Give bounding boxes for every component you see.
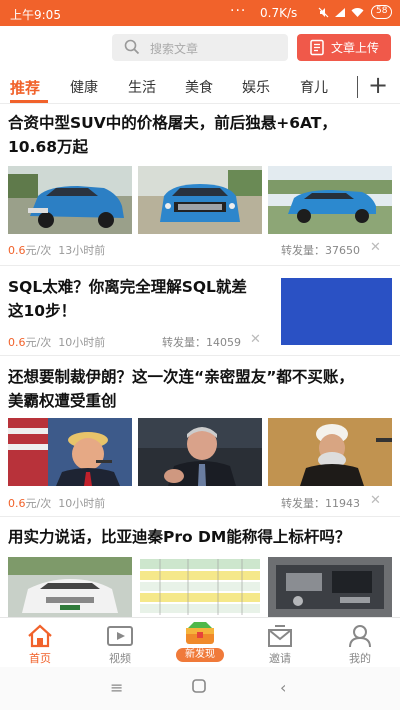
thumbnail-row — [8, 418, 392, 486]
signal-icon — [335, 7, 345, 17]
post-time: 13小时前 — [58, 244, 106, 257]
tab-life[interactable]: 生活 — [128, 77, 156, 97]
price-unit: 元/次 — [25, 336, 52, 349]
article-title-line: 还想要制裁伊朗？这一次连“亲密盟友”都不买账， — [8, 368, 354, 386]
share-value: 37650 — [325, 244, 360, 257]
article-title-line: 用实力说话，比亚迪秦Pro DM能称得上标杆吗？ — [8, 528, 351, 546]
article-meta: 0.6元/次 10小时前 — [8, 334, 105, 350]
price-per-read: 0.6 — [8, 497, 26, 510]
share-count: 转发量：14059 — [162, 334, 241, 350]
article-title: 用实力说话，比亚迪秦Pro DM能称得上标杆吗？ — [8, 525, 350, 549]
suv-image — [8, 166, 132, 234]
status-time: 上午9:05 — [10, 8, 61, 22]
active-tab-indicator — [10, 100, 48, 103]
nav-me[interactable]: 我的 — [330, 618, 390, 666]
status-dots: ··· — [230, 3, 247, 19]
nav-invite[interactable]: 邀请 — [250, 618, 310, 666]
article-card[interactable]: 合资中型SUV中的价格屠夫，前后独悬+6AT， 10.68万起 0.6元/次 1… — [0, 105, 400, 270]
video-icon — [107, 626, 133, 646]
car-image — [8, 557, 132, 617]
document-upload-icon — [310, 39, 324, 56]
top-bar: 搜索文章 文章上传 — [0, 26, 400, 68]
price-unit: 元/次 — [25, 497, 52, 510]
home-square-icon[interactable] — [192, 678, 206, 697]
nav-label: 视频 — [109, 652, 131, 665]
search-placeholder: 搜索文章 — [150, 42, 199, 56]
nav-label: 邀请 — [269, 652, 291, 665]
back-icon[interactable]: ‹ — [280, 678, 286, 697]
treasure-box-icon — [186, 622, 214, 644]
article-card[interactable]: SQL太难？你离完全理解SQL就差 这10步！ 0.6元/次 10小时前 转发量… — [0, 266, 400, 358]
thumbnail-row — [8, 557, 392, 617]
share-count: 转发量：37650 — [281, 242, 360, 258]
spec-table-image — [138, 557, 262, 617]
nav-video[interactable]: 视频 — [90, 618, 150, 666]
article-title-line: 合资中型SUV中的价格屠夫，前后独悬+6AT， — [8, 114, 337, 132]
news-photo — [8, 418, 132, 486]
price-per-read: 0.6 — [8, 336, 26, 349]
article-title: 合资中型SUV中的价格屠夫，前后独悬+6AT， 10.68万起 — [8, 111, 337, 159]
user-icon — [349, 625, 371, 648]
article-title: 还想要制裁伊朗？这一次连“亲密盟友”都不买账， 美霸权遭受重创 — [8, 365, 354, 413]
share-value: 11943 — [325, 497, 360, 510]
engine-bay-image — [268, 557, 392, 617]
add-channel-icon[interactable]: + — [368, 73, 388, 97]
price-per-read: 0.6 — [8, 244, 26, 257]
tab-food[interactable]: 美食 — [185, 77, 213, 97]
price-unit: 元/次 — [25, 244, 52, 257]
upload-label: 文章上传 — [330, 41, 379, 55]
article-title-line: 这10步！ — [8, 302, 77, 320]
menu-icon[interactable]: ≡ — [110, 678, 123, 697]
category-tabs: 推荐 健康 生活 美食 娱乐 育儿 + — [0, 70, 400, 104]
news-photo — [268, 418, 392, 486]
tab-entertainment[interactable]: 娱乐 — [242, 77, 270, 97]
suv-image — [138, 166, 262, 234]
mute-icon — [318, 7, 329, 17]
article-title-line: SQL太难？你离完全理解SQL就差 — [8, 278, 247, 296]
article-title: SQL太难？你离完全理解SQL就差 这10步！ — [8, 275, 247, 323]
post-time: 10小时前 — [58, 497, 106, 510]
wifi-icon — [351, 7, 364, 17]
article-thumbnail — [281, 278, 392, 345]
nav-discover[interactable]: 新发现 — [170, 618, 230, 662]
nav-home[interactable]: 首页 — [10, 618, 70, 666]
battery-icon: 58 — [371, 5, 393, 19]
share-label: 转发量： — [162, 336, 206, 349]
suv-image — [268, 166, 392, 234]
share-label: 转发量： — [281, 497, 325, 510]
share-value: 14059 — [206, 336, 241, 349]
network-speed: 0.7K/s — [260, 6, 298, 20]
tab-divider — [357, 76, 358, 98]
tab-parenting[interactable]: 育儿 — [300, 77, 328, 97]
post-time: 10小时前 — [58, 336, 106, 349]
article-meta: 0.6元/次 10小时前 — [8, 495, 105, 511]
tab-health[interactable]: 健康 — [70, 77, 98, 97]
article-card[interactable]: 用实力说话，比亚迪秦Pro DM能称得上标杆吗？ — [0, 517, 400, 617]
news-photo — [138, 418, 262, 486]
dismiss-icon[interactable]: ✕ — [250, 332, 261, 347]
share-label: 转发量： — [281, 244, 325, 257]
tab-recommend[interactable]: 推荐 — [10, 77, 40, 98]
share-count: 转发量：11943 — [281, 495, 360, 511]
status-bar: 上午9:05 ··· 0.7K/s 58 — [0, 0, 400, 26]
thumbnail-row — [8, 166, 392, 234]
upload-article-button[interactable]: 文章上传 — [297, 34, 391, 61]
article-title-line: 美霸权遭受重创 — [8, 392, 117, 410]
nav-label: 我的 — [349, 652, 371, 665]
bottom-navigation: 首页 视频 新发现 邀请 我的 — [0, 617, 400, 667]
envelope-icon — [268, 625, 292, 647]
dismiss-icon[interactable]: ✕ — [370, 240, 381, 255]
article-title-line: 10.68万起 — [8, 138, 89, 156]
system-navigation: ≡ ‹ — [0, 667, 400, 710]
search-input[interactable]: 搜索文章 — [112, 34, 288, 61]
nav-label: 新发现 — [176, 648, 224, 662]
dismiss-icon[interactable]: ✕ — [370, 493, 381, 508]
search-icon — [124, 39, 140, 55]
nav-label: 首页 — [29, 652, 51, 665]
home-icon — [28, 624, 52, 648]
article-meta: 0.6元/次 13小时前 — [8, 242, 105, 258]
article-card[interactable]: 还想要制裁伊朗？这一次连“亲密盟友”都不买账， 美霸权遭受重创 0.6元/次 1… — [0, 356, 400, 516]
